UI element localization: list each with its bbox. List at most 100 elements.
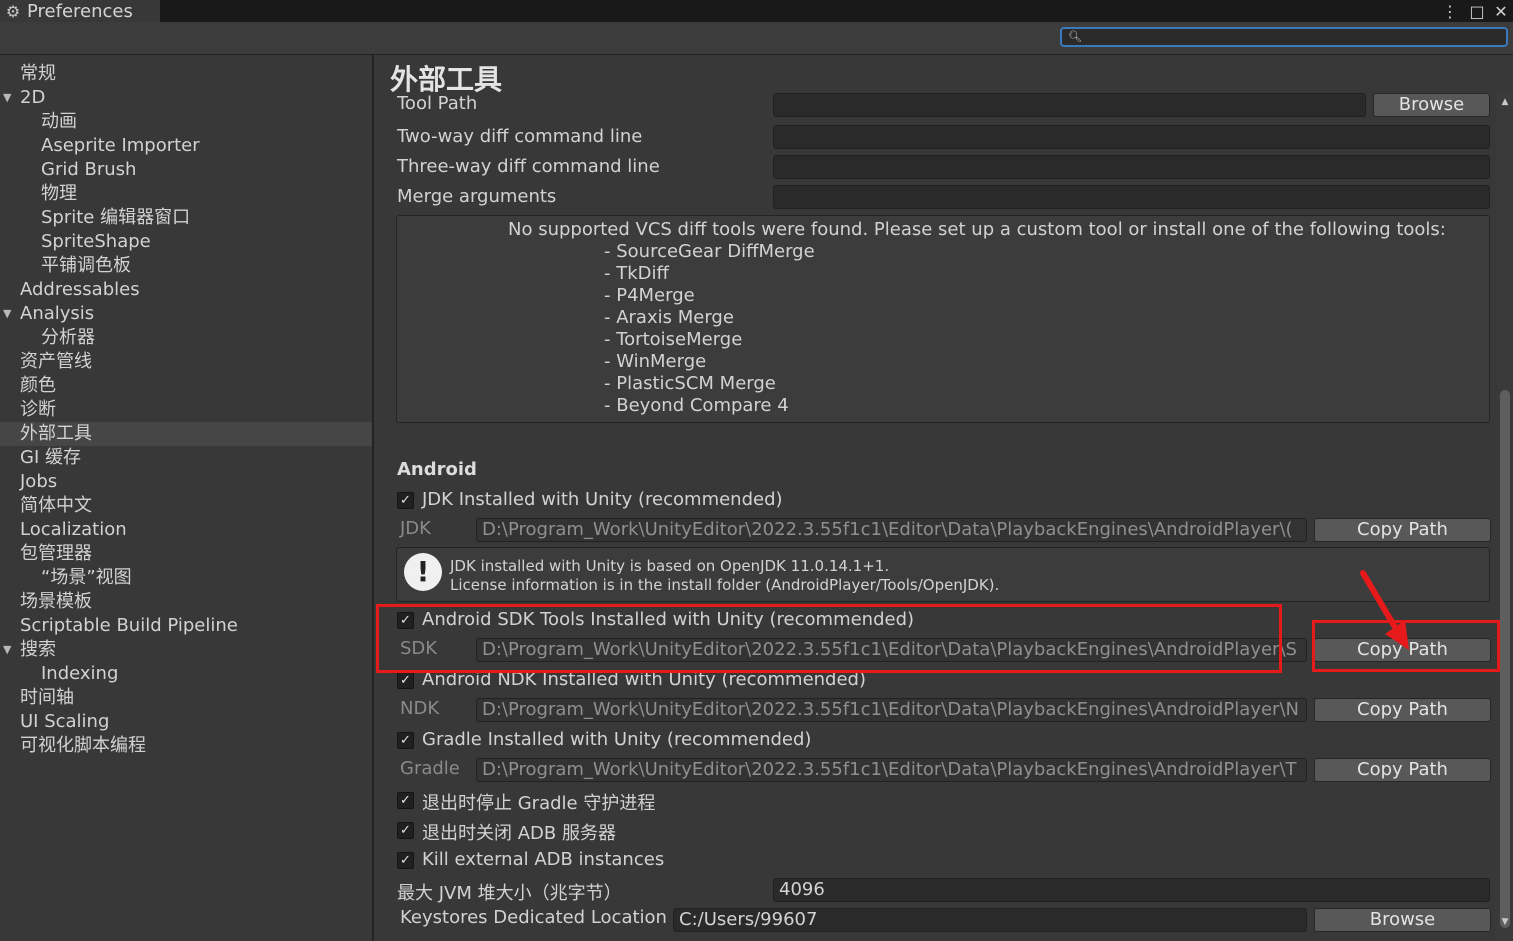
- jdk-checkbox[interactable]: ✓: [397, 492, 414, 509]
- gradle-check-label: Gradle Installed with Unity (recommended…: [422, 729, 812, 750]
- sidebar-item-label: Indexing: [41, 663, 119, 684]
- sidebar-item-label: 分析器: [41, 327, 95, 348]
- sidebar-item[interactable]: 可视化脚本编程: [0, 734, 372, 758]
- sidebar-item-label: 诊断: [20, 399, 56, 420]
- expand-arrow-icon[interactable]: ▼: [3, 86, 11, 110]
- three-way-field[interactable]: [773, 155, 1490, 179]
- sidebar-item[interactable]: Aseprite Importer: [0, 134, 372, 158]
- window-title: Preferences: [27, 0, 133, 22]
- stop-gradle-checkbox[interactable]: ✓: [397, 792, 414, 809]
- merge-args-label: Merge arguments: [397, 186, 557, 207]
- maximize-icon[interactable]: □: [1467, 0, 1487, 22]
- sidebar-item-label: 包管理器: [20, 543, 92, 564]
- close-adb-label: 退出时关闭 ADB 服务器: [422, 823, 616, 844]
- sidebar-item[interactable]: 场景模板: [0, 590, 372, 614]
- vcs-tool-item: - TortoiseMerge: [604, 329, 743, 350]
- sidebar-item-label: UI Scaling: [20, 711, 110, 732]
- sidebar-item[interactable]: 包管理器: [0, 542, 372, 566]
- sidebar-item-label: Grid Brush: [41, 159, 137, 180]
- vcs-tool-item: - Beyond Compare 4: [604, 395, 789, 416]
- sidebar-item[interactable]: 平铺调色板: [0, 254, 372, 278]
- sidebar-item[interactable]: 诊断: [0, 398, 372, 422]
- tool-path-browse-button[interactable]: Browse: [1373, 93, 1490, 117]
- sidebar-item-label: 动画: [41, 111, 77, 132]
- sidebar-item[interactable]: 资产管线: [0, 350, 372, 374]
- sidebar-item-label: “场景”视图: [41, 567, 132, 588]
- kill-adb-checkbox[interactable]: ✓: [397, 852, 414, 869]
- preferences-tab[interactable]: ⚙ Preferences: [0, 0, 160, 22]
- gradle-path-field: D:\Program_Work\UnityEditor\2022.3.55f1c…: [476, 758, 1307, 782]
- kill-adb-label: Kill external ADB instances: [422, 849, 665, 870]
- magnifier-icon: 🔍︎: [1068, 30, 1082, 43]
- sidebar-item[interactable]: ▼ 搜索: [0, 638, 372, 662]
- expand-arrow-icon[interactable]: ▼: [3, 302, 11, 326]
- sidebar-item-label: Sprite 编辑器窗口: [41, 207, 191, 228]
- sidebar-item-label: 物理: [41, 183, 77, 204]
- sidebar-item[interactable]: 简体中文: [0, 494, 372, 518]
- keystores-field[interactable]: C:/Users/99607: [673, 908, 1307, 932]
- vcs-tool-item: - Araxis Merge: [604, 307, 734, 328]
- sidebar-item[interactable]: Addressables: [0, 278, 372, 302]
- two-way-field[interactable]: [773, 125, 1490, 149]
- jdk-info-line2: License information is in the install fo…: [450, 576, 1000, 594]
- sidebar-item[interactable]: 外部工具: [0, 422, 372, 446]
- sidebar-item[interactable]: UI Scaling: [0, 710, 372, 734]
- sidebar-item[interactable]: Localization: [0, 518, 372, 542]
- two-way-label: Two-way diff command line: [397, 126, 643, 147]
- sidebar-item-label: Aseprite Importer: [41, 135, 200, 156]
- sidebar-item[interactable]: Sprite 编辑器窗口: [0, 206, 372, 230]
- sidebar-item[interactable]: 动画: [0, 110, 372, 134]
- sidebar-item[interactable]: “场景”视图: [0, 566, 372, 590]
- sidebar-item[interactable]: Grid Brush: [0, 158, 372, 182]
- annotation-arrow-icon: [1360, 570, 1409, 650]
- sidebar-item[interactable]: ▼ Analysis: [0, 302, 372, 326]
- menu-icon[interactable]: ⋮: [1441, 0, 1459, 22]
- jdk-copy-path-button[interactable]: Copy Path: [1314, 518, 1491, 542]
- sidebar-item[interactable]: SpriteShape: [0, 230, 372, 254]
- close-icon[interactable]: ✕: [1491, 0, 1511, 22]
- tool-path-label: Tool Path: [397, 93, 478, 114]
- scroll-down-icon[interactable]: ▼: [1497, 917, 1513, 931]
- sidebar-item-label: 时间轴: [20, 687, 74, 708]
- sidebar-item[interactable]: 颜色: [0, 374, 372, 398]
- scrollbar-thumb[interactable]: [1500, 390, 1510, 928]
- sidebar-item[interactable]: Scriptable Build Pipeline: [0, 614, 372, 638]
- gradle-copy-path-button[interactable]: Copy Path: [1314, 758, 1491, 782]
- search-input[interactable]: 🔍︎: [1060, 27, 1508, 47]
- vertical-scrollbar[interactable]: ▲ ▼: [1497, 91, 1513, 941]
- keystores-browse-button[interactable]: Browse: [1314, 908, 1491, 932]
- ndk-label: NDK: [400, 698, 440, 719]
- sidebar-item-label: 场景模板: [20, 591, 92, 612]
- page-title: 外部工具: [390, 63, 503, 96]
- gradle-label: Gradle: [400, 758, 460, 779]
- ndk-copy-path-button[interactable]: Copy Path: [1314, 698, 1491, 722]
- tool-path-field[interactable]: [773, 93, 1366, 117]
- gradle-checkbox[interactable]: ✓: [397, 732, 414, 749]
- sidebar: 常规 ▼ 2D 动画 Aseprite Importer Grid Brush 物理 Spri…: [0, 55, 374, 941]
- sidebar-item[interactable]: Indexing: [0, 662, 372, 686]
- vcs-tool-item: - P4Merge: [604, 285, 695, 306]
- stop-gradle-label: 退出时停止 Gradle 守护进程: [422, 793, 656, 814]
- scroll-up-icon[interactable]: ▲: [1497, 97, 1513, 111]
- merge-args-field[interactable]: [773, 185, 1490, 209]
- sidebar-item[interactable]: GI 缓存: [0, 446, 372, 470]
- sidebar-item-label: Localization: [20, 519, 127, 540]
- close-adb-checkbox[interactable]: ✓: [397, 822, 414, 839]
- vcs-message: No supported VCS diff tools were found. …: [508, 219, 1446, 240]
- ndk-path-field: D:\Program_Work\UnityEditor\2022.3.55f1c…: [476, 698, 1307, 722]
- expand-arrow-icon[interactable]: ▼: [3, 638, 11, 662]
- android-header: Android: [397, 459, 477, 480]
- sidebar-item[interactable]: 常规: [0, 62, 372, 86]
- sidebar-item-label: 外部工具: [20, 423, 92, 444]
- sidebar-item[interactable]: Jobs: [0, 470, 372, 494]
- ndk-checkbox[interactable]: ✓: [397, 672, 414, 689]
- jvm-heap-field[interactable]: 4096: [773, 878, 1490, 902]
- sidebar-item[interactable]: 分析器: [0, 326, 372, 350]
- sidebar-item-label: 搜索: [20, 639, 56, 660]
- vcs-tool-item: - PlasticSCM Merge: [604, 373, 776, 394]
- sidebar-item-label: Jobs: [20, 471, 58, 492]
- sidebar-item[interactable]: ▼ 2D: [0, 86, 372, 110]
- sidebar-item-label: Analysis: [20, 303, 95, 324]
- sidebar-item[interactable]: 时间轴: [0, 686, 372, 710]
- sidebar-item[interactable]: 物理: [0, 182, 372, 206]
